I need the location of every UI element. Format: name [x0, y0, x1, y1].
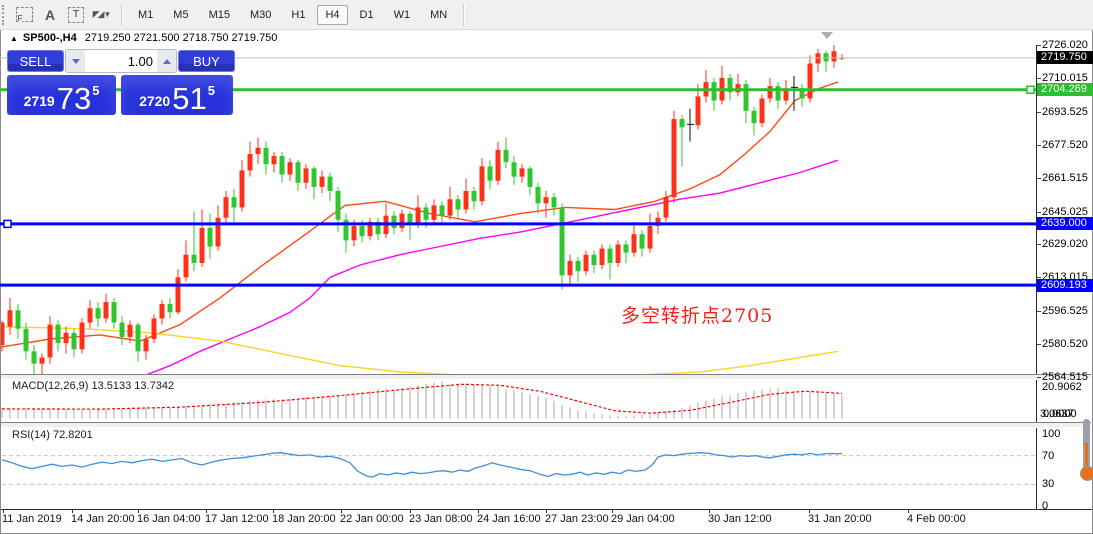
line-handle[interactable]	[4, 220, 11, 227]
ask-big-digits: 51	[172, 85, 206, 112]
price-badge: 2719.750	[1037, 51, 1093, 64]
sell-button[interactable]: SELL	[7, 50, 64, 72]
time-tick	[612, 509, 613, 513]
price-badge: 2609.193	[1037, 279, 1093, 292]
line-handle[interactable]	[1027, 86, 1034, 93]
time-tick-label: 17 Jan 12:00	[205, 513, 269, 525]
time-tick-label: 30 Jan 12:00	[708, 513, 772, 525]
timeframe-button-m30[interactable]: M30	[242, 5, 279, 25]
text-label-icon[interactable]: A	[38, 4, 62, 26]
price-tick-label: 2661.515	[1042, 172, 1088, 184]
rsi-axis-label: 100	[1042, 428, 1060, 440]
macd-label: MACD(12,26,9) 13.5133 13.7342	[12, 380, 174, 392]
triangle-up-icon	[163, 59, 171, 64]
bid-big-digits: 73	[57, 85, 91, 112]
ohlc-values: 2719.250 2721.500 2718.750 2719.750	[85, 32, 278, 44]
time-tick	[410, 509, 411, 513]
symbol-period-label: SP500-,H4	[23, 32, 77, 44]
price-tick-label: 2596.525	[1042, 305, 1088, 317]
price-tick-label: 2580.520	[1042, 338, 1088, 350]
time-tick	[72, 509, 73, 513]
time-tick	[341, 509, 342, 513]
one-click-trading-panel: SELL BUY 2719735 2720515	[7, 48, 233, 112]
ma-slow	[0, 327, 838, 376]
time-tick-label: 14 Jan 20:00	[71, 513, 135, 525]
chart-shift-icon[interactable]: F	[12, 4, 36, 26]
rsi-axis-label: 70	[1042, 450, 1054, 462]
volume-increase-button[interactable]	[157, 50, 176, 72]
ask-price-box[interactable]: 2720515	[121, 75, 233, 115]
toolbar-grip[interactable]	[2, 5, 8, 25]
scroll-end-marker-icon[interactable]	[821, 32, 833, 39]
chart-annotation: 多空转折点2705	[621, 301, 773, 328]
timeframe-button-d1[interactable]: D1	[352, 5, 382, 25]
time-tick-label: 16 Jan 04:00	[137, 513, 201, 525]
time-tick	[908, 509, 909, 513]
chart-shift-icon: F	[16, 7, 33, 22]
toolbar-separator	[463, 4, 464, 26]
time-tick-label: 18 Jan 20:00	[272, 513, 336, 525]
time-tick-label: 27 Jan 23:00	[545, 513, 609, 525]
time-tick	[3, 509, 4, 513]
timeframe-button-h1[interactable]: H1	[283, 5, 313, 25]
time-tick	[809, 509, 810, 513]
time-tick-label: 22 Jan 00:00	[340, 513, 404, 525]
ask-sup-digit: 5	[208, 83, 215, 98]
bid-prefix: 2719	[24, 94, 55, 112]
bid-sup-digit: 5	[92, 83, 99, 98]
mt4-app: F A T ◤◢ ▼ M1M5M15M30H1H4D1W1MN ▲ SP500-,…	[0, 0, 1093, 534]
toolbar-separator	[121, 4, 122, 26]
bid-price-box[interactable]: 2719735	[7, 75, 116, 115]
price-tick-label: 2726.020	[1042, 39, 1088, 51]
price-tick-label: 2629.020	[1042, 238, 1088, 250]
toolbar: F A T ◤◢ ▼ M1M5M15M30H1H4D1W1MN	[0, 0, 1093, 30]
timeframe-button-m5[interactable]: M5	[165, 5, 196, 25]
buy-button[interactable]: BUY	[178, 50, 235, 72]
chart-title: ▲ SP500-,H4 2719.250 2721.500 2718.750 271…	[10, 32, 277, 44]
time-tick	[206, 509, 207, 513]
triangle-down-icon	[72, 59, 80, 64]
timeframe-button-m1[interactable]: M1	[130, 5, 161, 25]
rsi-axis-label: 30	[1042, 478, 1054, 490]
price-tick-label: 2677.520	[1042, 139, 1088, 151]
macd-axis-zero: 0.0000	[1043, 408, 1077, 420]
time-tick	[546, 509, 547, 513]
collapse-icon[interactable]: ▲	[10, 34, 18, 43]
timeframe-button-mn[interactable]: MN	[422, 5, 455, 25]
price-tick-label: 2564.515	[1042, 371, 1088, 383]
time-tick	[709, 509, 710, 513]
thermometer-scrollbar[interactable]	[1080, 419, 1093, 481]
ask-prefix: 2720	[139, 94, 170, 112]
timeframe-bar: M1M5M15M30H1H4D1W1MN	[128, 5, 457, 25]
rsi-label: RSI(14) 72.8201	[12, 429, 93, 441]
price-badge: 2639.000	[1037, 217, 1093, 230]
time-tick-label: 24 Jan 16:00	[477, 513, 541, 525]
time-tick-label: 29 Jan 04:00	[611, 513, 675, 525]
time-tick	[273, 509, 274, 513]
time-tick-label: 31 Jan 20:00	[808, 513, 872, 525]
rsi-pane	[2, 453, 1036, 485]
timeframe-button-m15[interactable]: M15	[201, 5, 238, 25]
time-tick-label: 4 Feb 00:00	[907, 513, 966, 525]
text-box-icon[interactable]: T	[64, 4, 88, 26]
objects-arrows-icon[interactable]: ◤◢ ▼	[90, 4, 114, 26]
time-tick-label: 23 Jan 08:00	[409, 513, 473, 525]
timeframe-button-w1[interactable]: W1	[386, 5, 419, 25]
rsi-axis-label: 0	[1042, 500, 1048, 512]
time-tick	[138, 509, 139, 513]
volume-stepper	[65, 49, 177, 73]
rsi-line	[2, 453, 842, 478]
volume-input[interactable]	[85, 50, 157, 72]
thermometer-bulb-icon	[1080, 466, 1093, 481]
dropdown-caret-icon[interactable]: ▼	[103, 10, 111, 19]
price-badge: 2704.269	[1037, 83, 1093, 96]
time-tick-label: 11 Jan 2019	[2, 513, 62, 525]
timeframe-button-h4[interactable]: H4	[317, 5, 347, 25]
time-tick	[478, 509, 479, 513]
volume-decrease-button[interactable]	[66, 50, 85, 72]
price-tick-label: 2693.525	[1042, 106, 1088, 118]
rsi-splitter[interactable]	[1, 422, 1091, 428]
